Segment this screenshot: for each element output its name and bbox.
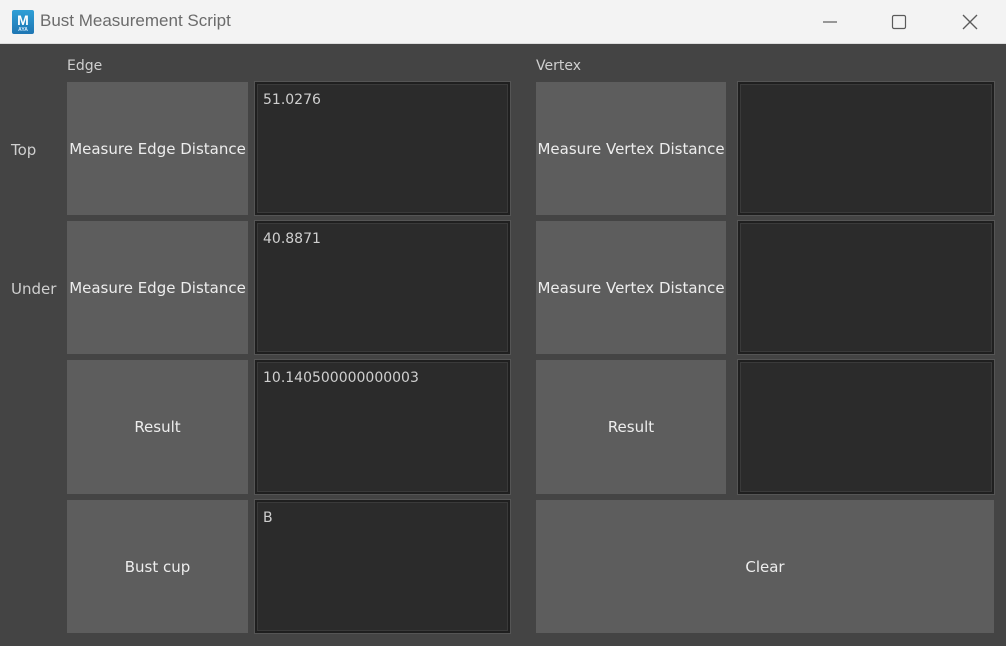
title-bar[interactable]: M AYA Bust Measurement Script [0,0,1006,44]
edge-section-label: Edge [67,58,103,74]
vertex-under-field[interactable] [738,221,994,354]
close-button[interactable] [937,0,1003,44]
measure-vertex-top-button[interactable]: Measure Vertex Distance [536,82,726,215]
edge-top-field[interactable]: 51.0276 [255,82,510,215]
vertex-top-field[interactable] [738,82,994,215]
vertex-result-field[interactable] [738,360,994,494]
measure-edge-under-button[interactable]: Measure Edge Distance [67,221,248,354]
maximize-button[interactable] [866,0,932,44]
vertex-section-label: Vertex [536,58,582,74]
bust-cup-button[interactable]: Bust cup [67,500,248,633]
minimize-button[interactable] [797,0,863,44]
app-icon-caption: AYA [18,27,28,33]
app-icon-letter: M [17,12,29,28]
close-icon [962,14,978,30]
minimize-icon [823,21,837,23]
bust-cup-field[interactable]: B [255,500,510,633]
maya-app-icon: M AYA [12,10,34,34]
edge-result-field[interactable]: 10.140500000000003 [255,360,510,494]
top-row-label: Top [11,141,37,159]
clear-button[interactable]: Clear [536,500,994,633]
under-row-label: Under [11,280,57,298]
edge-under-field[interactable]: 40.8871 [255,221,510,354]
measure-edge-top-button[interactable]: Measure Edge Distance [67,82,248,215]
window-title: Bust Measurement Script [40,11,231,30]
vertex-result-button[interactable]: Result [536,360,726,494]
edge-result-button[interactable]: Result [67,360,248,494]
client-area: Edge Vertex Top Under Measure Edge Dista… [0,44,1006,646]
maximize-icon [891,14,907,30]
measure-vertex-under-button[interactable]: Measure Vertex Distance [536,221,726,354]
